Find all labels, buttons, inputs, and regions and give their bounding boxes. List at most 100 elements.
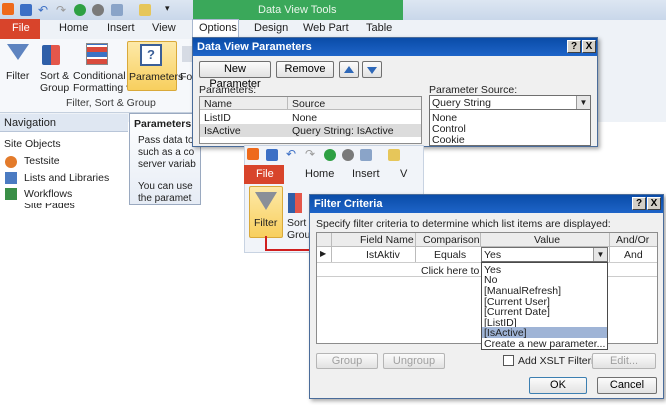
ungroup-button[interactable]: Ungroup bbox=[383, 353, 445, 369]
tab-options-label: Options bbox=[199, 22, 237, 34]
dropdown-option[interactable]: Create a new parameter... bbox=[484, 338, 605, 350]
mini-tab-view[interactable]: V bbox=[400, 168, 407, 184]
col-value-header: Value bbox=[534, 234, 561, 246]
refresh-icon[interactable] bbox=[324, 149, 336, 161]
sort-group-icon bbox=[42, 45, 60, 65]
edit-button[interactable]: Edit... bbox=[592, 353, 656, 369]
param-row-source: Query String: IsActive bbox=[292, 125, 394, 137]
nav-item-testsite[interactable]: Testsite bbox=[24, 155, 60, 167]
tab-view[interactable]: View bbox=[152, 22, 176, 38]
dropdown-icon[interactable]: ▾ bbox=[165, 3, 170, 14]
tab-design[interactable]: Design bbox=[254, 22, 288, 38]
tooltip-line: server variab bbox=[138, 159, 196, 170]
criteria-value: Yes bbox=[484, 249, 502, 261]
tooltip-title: Parameters bbox=[134, 118, 192, 130]
parameters-label: Parameters: bbox=[199, 84, 257, 96]
conditional-formatting-icon bbox=[86, 43, 108, 65]
param-row-name[interactable]: ListID bbox=[204, 112, 231, 124]
tooltip-line: You can use bbox=[138, 181, 193, 192]
col-comparison-header: Comparison bbox=[423, 234, 480, 246]
tooltip-line: such as a co bbox=[138, 147, 195, 158]
params-titlebar: Data View Parameters bbox=[193, 38, 597, 56]
source-option[interactable]: Cookie bbox=[432, 134, 465, 146]
xslt-checkbox[interactable] bbox=[503, 355, 514, 366]
chevron-down-icon[interactable]: ▼ bbox=[593, 248, 607, 261]
col-divider bbox=[480, 233, 481, 247]
sort-icon bbox=[288, 193, 302, 213]
save-icon[interactable] bbox=[266, 149, 278, 161]
parameters-label: Parameters bbox=[129, 71, 184, 83]
mini-tab-insert[interactable]: Insert bbox=[352, 168, 380, 184]
nav-item-workflows[interactable]: Workflows bbox=[24, 188, 72, 200]
callout-arrow bbox=[265, 236, 317, 255]
params-help-button[interactable]: ? bbox=[567, 40, 581, 53]
cancel-button[interactable]: Cancel bbox=[597, 377, 657, 394]
undo-icon[interactable]: ↶ bbox=[38, 3, 48, 17]
col-andor-header: And/Or bbox=[616, 234, 650, 246]
chevron-down-icon[interactable]: ▼ bbox=[576, 96, 590, 109]
filter-close-button[interactable]: X bbox=[647, 197, 661, 210]
redo-icon[interactable]: ↷ bbox=[56, 3, 66, 17]
nav-item-lists[interactable]: Lists and Libraries bbox=[24, 172, 109, 184]
preview-icon[interactable] bbox=[111, 4, 123, 16]
filter-icon bbox=[7, 44, 29, 60]
col-source-header: Source bbox=[292, 98, 326, 110]
col-divider bbox=[415, 233, 416, 262]
nav-title: Navigation bbox=[4, 117, 56, 129]
app-icon[interactable] bbox=[2, 3, 14, 15]
params-title: Data View Parameters bbox=[197, 41, 312, 53]
preview-icon[interactable] bbox=[360, 149, 372, 161]
refresh-icon[interactable] bbox=[74, 4, 86, 16]
col-divider bbox=[609, 233, 610, 262]
group-button[interactable]: Group bbox=[316, 353, 378, 369]
tab-home[interactable]: Home bbox=[59, 22, 88, 38]
tooltip-line: the paramet bbox=[138, 193, 192, 204]
parameters-icon: ? bbox=[140, 44, 162, 66]
conditional-formatting-button[interactable]: Conditional Formatting ▾ bbox=[73, 70, 131, 94]
move-up-button[interactable] bbox=[339, 61, 359, 78]
app-icon[interactable] bbox=[247, 148, 259, 160]
param-row-source[interactable]: None bbox=[292, 112, 317, 124]
page-icon[interactable] bbox=[388, 149, 400, 161]
mini-tab-file-label: File bbox=[256, 168, 274, 180]
tab-insert[interactable]: Insert bbox=[107, 22, 135, 38]
filter-button[interactable]: Filter bbox=[6, 70, 29, 82]
nav-section[interactable]: Site Objects bbox=[4, 138, 61, 150]
tooltip-line: Pass data to bbox=[138, 135, 194, 146]
filter-icon bbox=[255, 192, 277, 210]
param-row-name: IsActive bbox=[204, 125, 241, 137]
list-icon bbox=[5, 172, 17, 184]
undo-icon[interactable]: ↶ bbox=[286, 147, 296, 161]
redo-icon[interactable]: ↷ bbox=[305, 147, 315, 161]
arrow-up-icon bbox=[344, 66, 354, 73]
criteria-comparison[interactable]: Equals bbox=[434, 249, 466, 261]
tab-webpart[interactable]: Web Part bbox=[303, 22, 349, 38]
move-down-button[interactable] bbox=[362, 61, 382, 78]
ok-button[interactable]: OK bbox=[529, 377, 587, 394]
criteria-field[interactable]: IstAktiv bbox=[366, 249, 400, 261]
mini-tab-home[interactable]: Home bbox=[305, 168, 334, 184]
params-close-button[interactable]: X bbox=[582, 40, 596, 53]
stop-icon[interactable] bbox=[342, 149, 354, 161]
ribbon-group-label: Filter, Sort & Group bbox=[66, 97, 156, 109]
remove-button[interactable]: Remove bbox=[276, 61, 334, 78]
col-divider bbox=[331, 233, 332, 262]
save-icon[interactable] bbox=[20, 4, 32, 16]
sort-group-button[interactable]: Sort & Group bbox=[40, 70, 69, 94]
col-divider bbox=[287, 97, 288, 110]
filter-titlebar: Filter Criteria bbox=[310, 195, 663, 213]
tab-file-label: File bbox=[12, 22, 30, 34]
filter-instruction: Specify filter criteria to determine whi… bbox=[316, 218, 611, 230]
col-name-header: Name bbox=[204, 98, 233, 110]
stop-icon[interactable] bbox=[92, 4, 104, 16]
formula-button[interactable]: Fo bbox=[180, 71, 192, 83]
nav-item-sitepages[interactable]: Site Pages bbox=[24, 203, 75, 208]
tab-table[interactable]: Table bbox=[366, 22, 392, 38]
source-select-value: Query String bbox=[432, 97, 491, 109]
new-parameter-button[interactable]: New Parameter bbox=[199, 61, 271, 90]
page-icon[interactable] bbox=[139, 4, 151, 16]
criteria-andor[interactable]: And bbox=[624, 249, 643, 261]
mini-filter-label: Filter bbox=[254, 217, 278, 229]
arrow-down-icon bbox=[367, 67, 377, 74]
filter-help-button[interactable]: ? bbox=[632, 197, 646, 210]
